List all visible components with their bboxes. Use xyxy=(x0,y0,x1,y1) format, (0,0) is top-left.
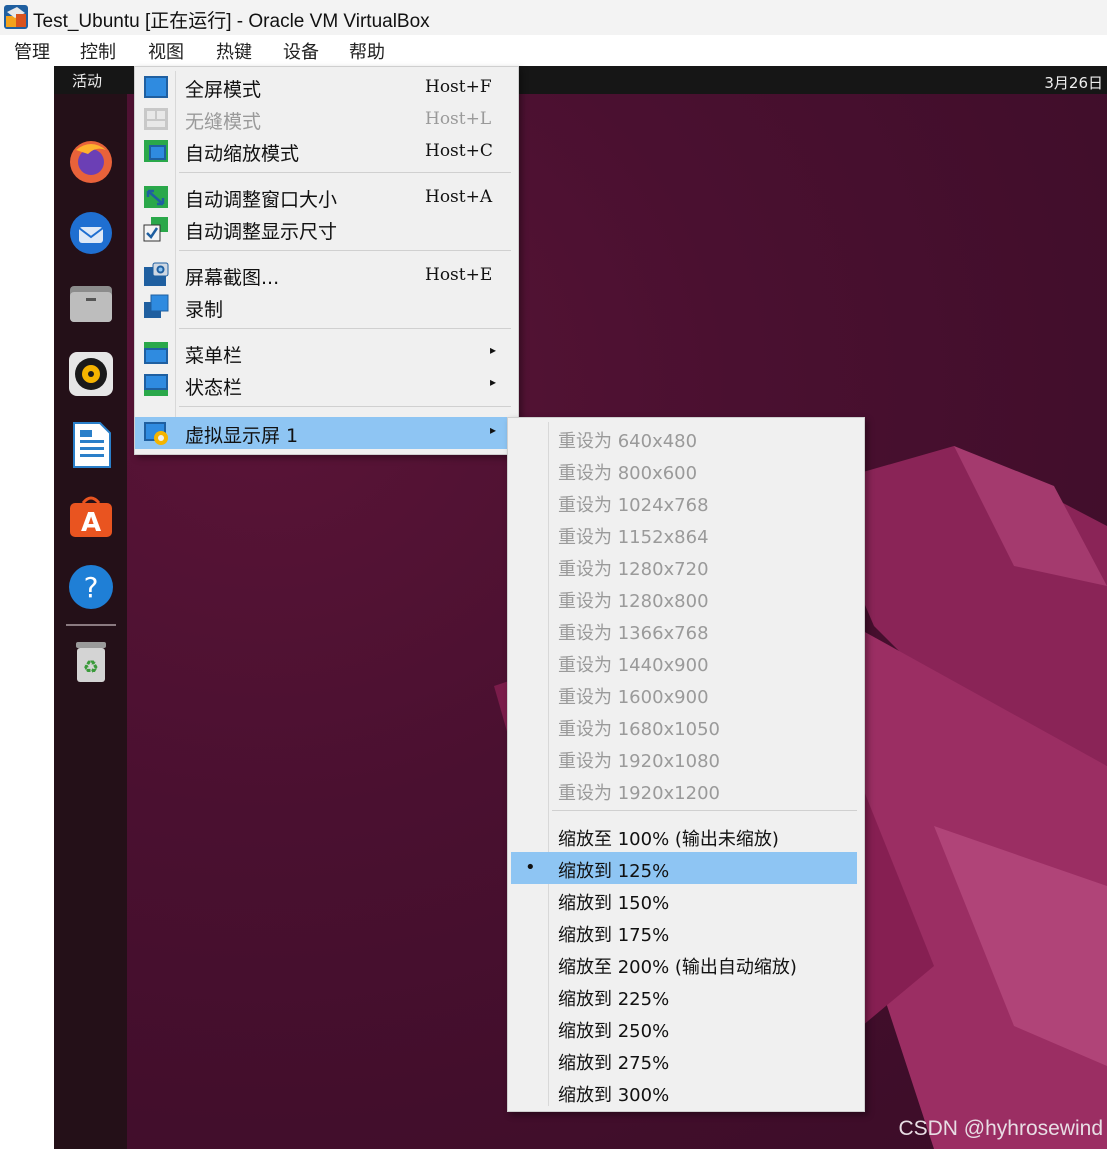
clock[interactable]: 3月26日 xyxy=(1044,72,1103,93)
submenu-arrow-icon: ▸ xyxy=(489,423,496,437)
svg-text:A: A xyxy=(81,508,101,538)
help-icon[interactable]: ? xyxy=(66,562,116,612)
menu-manage[interactable]: 管理 xyxy=(14,38,50,64)
resize-item-1280x720[interactable]: 重设为 1280x720 xyxy=(511,550,857,582)
activities-button[interactable]: 活动 xyxy=(72,70,102,91)
window-title: Test_Ubuntu [正在运行] - Oracle VM VirtualBo… xyxy=(33,11,430,32)
menu-help[interactable]: 帮助 xyxy=(349,38,385,64)
resize-item-1600x900[interactable]: 重设为 1600x900 xyxy=(511,678,857,710)
menu-control[interactable]: 控制 xyxy=(80,38,116,64)
rhythmbox-icon[interactable] xyxy=(66,349,116,399)
resize-item-1366x768[interactable]: 重设为 1366x768 xyxy=(511,614,857,646)
virtual-screen-submenu: 重设为 640x480 重设为 800x600 重设为 1024x768 重设为… xyxy=(507,417,865,1112)
menu-bar: 管理 控制 视图 热键 设备 帮助 xyxy=(0,35,1107,65)
software-icon[interactable]: A xyxy=(66,491,116,541)
scale-item-175[interactable]: 缩放到 175% xyxy=(511,916,857,948)
resize-item-1440x900[interactable]: 重设为 1440x900 xyxy=(511,646,857,678)
menu-separator xyxy=(179,328,511,329)
files-icon[interactable] xyxy=(66,278,116,328)
resize-item-1280x800[interactable]: 重设为 1280x800 xyxy=(511,582,857,614)
scale-item-125[interactable]: • 缩放到 125% xyxy=(511,852,857,884)
ubuntu-dock: A ? ♻ xyxy=(54,94,127,1149)
firefox-icon[interactable] xyxy=(66,136,116,186)
menu-item-seamless[interactable]: 无缝模式 Host+L xyxy=(135,103,518,135)
menu-hotkeys[interactable]: 热键 xyxy=(216,38,252,64)
resize-item-640x480[interactable]: 重设为 640x480 xyxy=(511,422,857,454)
virtualbox-icon xyxy=(4,5,28,29)
scale-item-225[interactable]: 缩放到 225% xyxy=(511,980,857,1012)
menu-separator xyxy=(552,810,857,811)
submenu-arrow-icon: ▸ xyxy=(489,375,496,389)
menu-separator xyxy=(179,250,511,251)
menu-item-screenshot[interactable]: 屏幕截图... Host+E xyxy=(135,259,518,291)
seamless-icon xyxy=(144,108,168,130)
menu-devices[interactable]: 设备 xyxy=(283,38,319,64)
statusbar-icon xyxy=(144,374,168,396)
adjust-window-icon xyxy=(144,186,168,208)
resize-item-1152x864[interactable]: 重设为 1152x864 xyxy=(511,518,857,550)
scale-mode-icon xyxy=(144,140,168,162)
menu-item-menubar[interactable]: 菜单栏 ▸ xyxy=(135,337,518,369)
menu-view[interactable]: 视图 xyxy=(148,38,184,64)
scale-item-200[interactable]: 缩放至 200% (输出自动缩放) xyxy=(511,948,857,980)
menu-item-statusbar[interactable]: 状态栏 ▸ xyxy=(135,369,518,401)
view-menu-dropdown: 全屏模式 Host+F 无缝模式 Host+L 自动缩放模式 Host+C 自动… xyxy=(134,66,519,455)
thunderbird-icon[interactable] xyxy=(66,207,116,257)
menu-item-adjust-window[interactable]: 自动调整窗口大小 Host+A xyxy=(135,181,518,213)
scale-item-275[interactable]: 缩放到 275% xyxy=(511,1044,857,1076)
libreoffice-writer-icon[interactable] xyxy=(66,420,116,470)
record-icon xyxy=(144,294,169,318)
scale-item-250[interactable]: 缩放到 250% xyxy=(511,1012,857,1044)
resize-item-1680x1050[interactable]: 重设为 1680x1050 xyxy=(511,710,857,742)
virtual-screen-icon xyxy=(144,422,168,445)
menu-separator xyxy=(179,406,511,407)
submenu-arrow-icon: ▸ xyxy=(489,343,496,357)
svg-text:?: ? xyxy=(84,571,99,604)
menu-item-fullscreen[interactable]: 全屏模式 Host+F xyxy=(135,71,518,103)
trash-icon[interactable]: ♻ xyxy=(66,636,116,686)
menu-item-auto-resize[interactable]: 自动调整显示尺寸 xyxy=(135,213,518,245)
svg-text:♻: ♻ xyxy=(83,657,99,678)
menu-item-virtual-screen[interactable]: 虚拟显示屏 1 ▸ xyxy=(135,417,518,449)
menubar-icon xyxy=(144,342,168,364)
menu-item-scale-mode[interactable]: 自动缩放模式 Host+C xyxy=(135,135,518,167)
scale-item-100[interactable]: 缩放至 100% (输出未缩放) xyxy=(511,820,857,852)
resize-item-1024x768[interactable]: 重设为 1024x768 xyxy=(511,486,857,518)
scale-item-300[interactable]: 缩放到 300% xyxy=(511,1076,857,1108)
auto-resize-icon xyxy=(143,217,168,242)
resize-item-1920x1200[interactable]: 重设为 1920x1200 xyxy=(511,774,857,806)
selected-bullet-icon: • xyxy=(525,857,536,878)
scale-item-150[interactable]: 缩放到 150% xyxy=(511,884,857,916)
fullscreen-icon xyxy=(144,76,168,98)
resize-item-1920x1080[interactable]: 重设为 1920x1080 xyxy=(511,742,857,774)
watermark: CSDN @hyhrosewind xyxy=(898,1117,1103,1140)
title-bar: Test_Ubuntu [正在运行] - Oracle VM VirtualBo… xyxy=(0,0,1107,35)
screenshot-icon xyxy=(144,262,169,286)
dock-separator xyxy=(66,624,116,626)
resize-item-800x600[interactable]: 重设为 800x600 xyxy=(511,454,857,486)
menu-item-record[interactable]: 录制 xyxy=(135,291,518,323)
menu-separator xyxy=(179,172,511,173)
